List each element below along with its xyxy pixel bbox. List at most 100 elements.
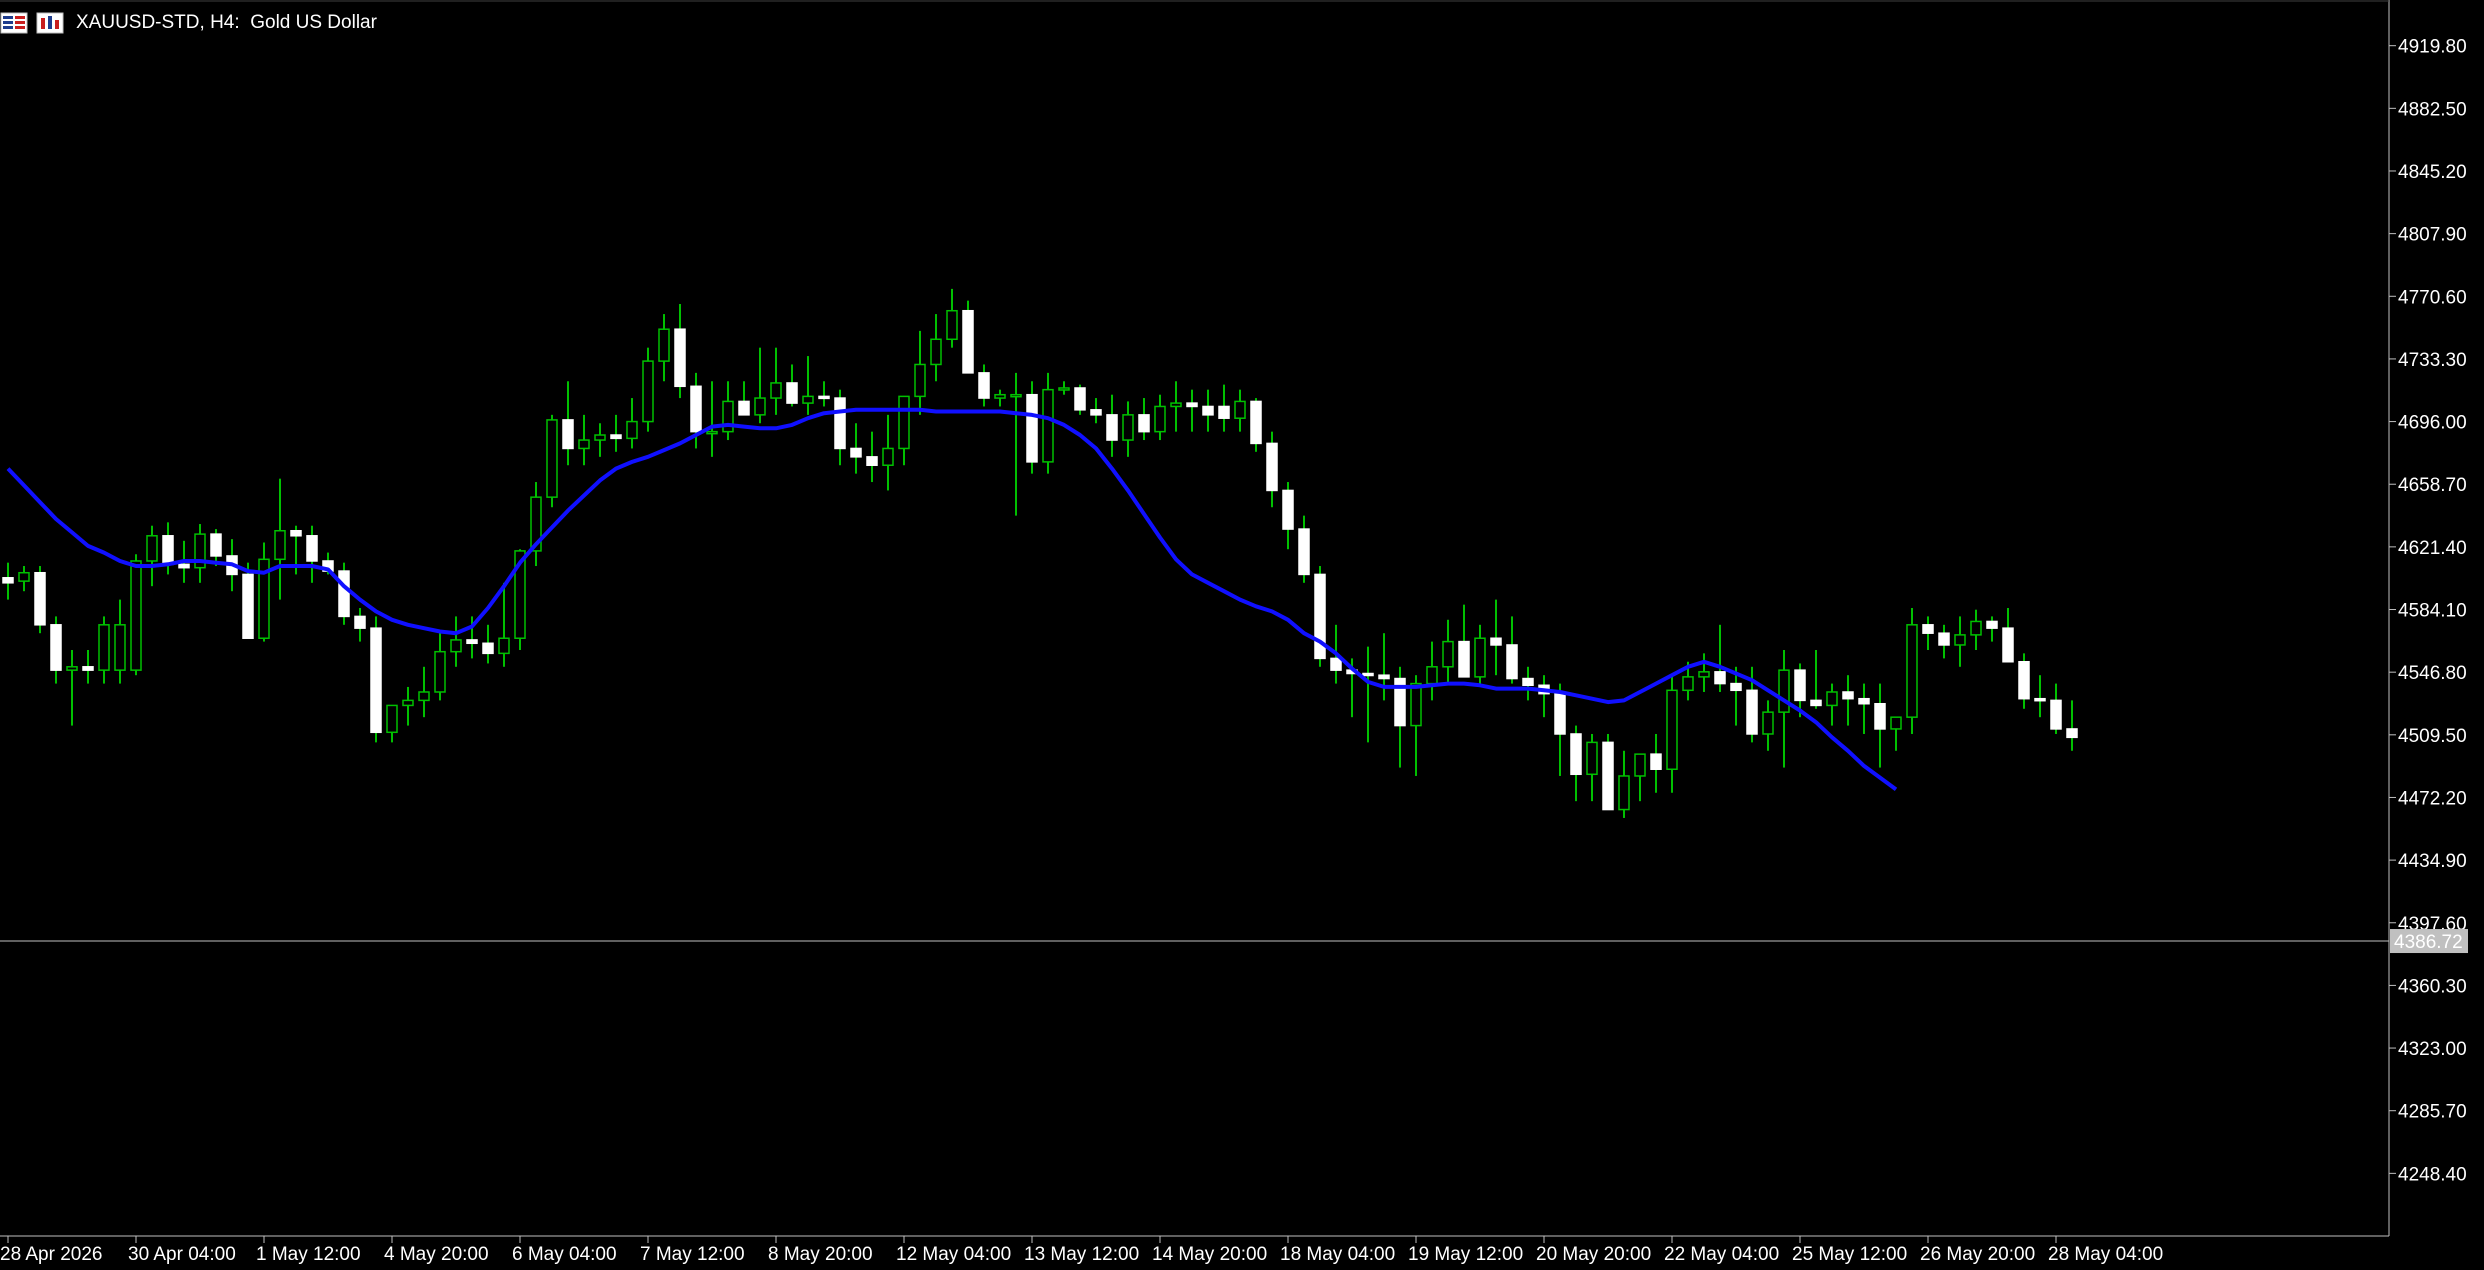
candle-body-bear (1186, 402, 1198, 408)
candle-body-bear (1362, 672, 1374, 677)
candle-body-bull (418, 691, 430, 702)
candle-body-bull (994, 393, 1006, 399)
candle (1410, 675, 1422, 776)
candle (626, 398, 638, 449)
y-tick-label: 4733.30 (2398, 350, 2467, 371)
candle (98, 616, 110, 684)
candle (866, 431, 878, 483)
candle-body-bull (434, 650, 446, 693)
x-tick-label: 30 Apr 04:00 (128, 1244, 236, 1265)
candle (546, 414, 558, 508)
price-chart[interactable]: 4919.80 4882.50 4845.20 4807.90 4770.60 4733.… (0, 0, 2484, 1270)
candle (578, 414, 590, 466)
candle (2066, 700, 2078, 751)
candle (530, 482, 542, 567)
candle (1714, 624, 1726, 692)
candle (1698, 653, 1710, 692)
candle-body-bear (1714, 671, 1726, 685)
candle-body-bear (738, 400, 750, 416)
candle-body-bull (498, 637, 510, 655)
candle (786, 364, 798, 407)
axes: 4919.80 4882.50 4845.20 4807.90 4770.60 4733.… (0, 0, 2468, 1265)
candle-body-bear (1746, 689, 1758, 735)
candle (2018, 653, 2030, 709)
candle-body-bull (1666, 689, 1678, 770)
y-tick-label: 4546.80 (2398, 663, 2467, 684)
candle (1506, 616, 1518, 684)
candle-body-bull (146, 535, 158, 562)
candle (1762, 700, 1774, 751)
candle (834, 389, 846, 466)
candle-body-bear (1026, 393, 1038, 463)
x-tick-label: 28 Apr 2026 (0, 1244, 102, 1265)
candle-body-bull (1442, 640, 1454, 668)
candle-body-bull (1634, 753, 1646, 777)
candle (114, 599, 126, 684)
candle (962, 300, 974, 374)
y-tick-label: 4472.20 (2398, 788, 2467, 809)
candle (562, 381, 574, 466)
candle (1154, 394, 1166, 441)
x-tick-label: 20 May 20:00 (1536, 1244, 1651, 1265)
candle-body-bull (594, 434, 606, 441)
candle (1074, 384, 1086, 415)
candle-body-bear (2034, 697, 2046, 702)
candle-body-bull (1954, 634, 1966, 646)
candle (1234, 389, 1246, 432)
candle-body-bull (1906, 624, 1918, 718)
candle-body-bear (962, 309, 974, 374)
candle (274, 478, 286, 600)
candle-body-bear (210, 533, 222, 557)
plot-area[interactable] (0, 288, 2389, 942)
chart-window[interactable]: XAUUSD-STD, H4: Gold US Dollar 4919.80 48… (0, 0, 2484, 1270)
candle (1554, 683, 1566, 776)
candle (1778, 649, 1790, 768)
candle-body-bear (1874, 702, 1886, 730)
y-tick-label: 4807.90 (2398, 225, 2467, 246)
candle-body-bear (2, 577, 14, 584)
candle (402, 686, 414, 726)
x-tick-label: 1 May 12:00 (256, 1244, 361, 1265)
candle-body-bear (1938, 632, 1950, 646)
candle-body-bull (914, 363, 926, 398)
candle-body-bear (1810, 699, 1822, 707)
moving-average-line (6, 407, 1898, 792)
candle-body-bull (1762, 711, 1774, 735)
candle (1122, 401, 1134, 457)
candle (722, 381, 734, 441)
candle (1474, 624, 1486, 687)
candle (1954, 616, 1966, 667)
candle-body-bear (1650, 753, 1662, 770)
candle-body-bear (1490, 637, 1502, 646)
candle-body-bear (2066, 728, 2078, 739)
candle (2050, 683, 2062, 734)
candle (1522, 666, 1534, 701)
candle-body-bear (1458, 640, 1470, 678)
x-tick-label: 4 May 20:00 (384, 1244, 489, 1265)
x-tick-label: 8 May 20:00 (768, 1244, 873, 1265)
candle (818, 381, 830, 407)
y-tick-label: 4434.90 (2398, 851, 2467, 872)
candle (1634, 753, 1646, 802)
candle (82, 649, 94, 684)
candle (1090, 398, 1102, 424)
candle (450, 616, 462, 667)
candle (306, 525, 318, 583)
candle (1922, 616, 1934, 650)
candle (706, 381, 718, 457)
candle (1842, 675, 1854, 726)
candle-body-bear (1554, 692, 1566, 735)
candle (258, 542, 270, 642)
candle (1218, 384, 1230, 432)
y-tick-label: 4696.00 (2398, 413, 2467, 434)
candle (1378, 633, 1390, 701)
candle-body-bear (338, 570, 350, 618)
candle-body-bull (882, 447, 894, 466)
candle (50, 616, 62, 684)
candle (1938, 624, 1950, 659)
candle-body-bull (18, 571, 30, 582)
candle-body-bear (178, 563, 190, 569)
candle-body-bear (1138, 414, 1150, 433)
candle (386, 704, 398, 743)
candle-body-bull (1618, 775, 1630, 811)
